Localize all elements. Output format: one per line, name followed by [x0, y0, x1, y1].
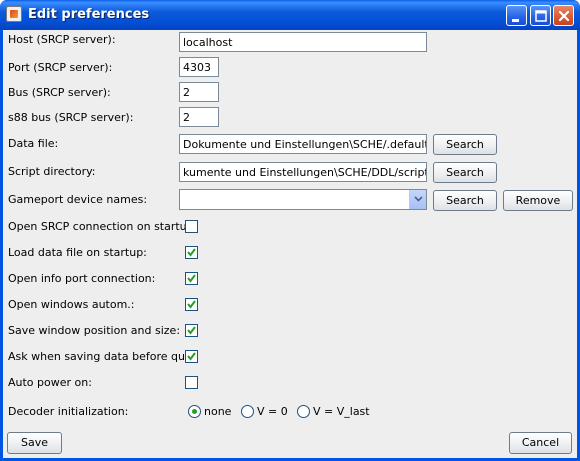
checkmark-icon — [187, 326, 196, 335]
decoder-init-label: Decoder initialization: — [8, 405, 129, 418]
cancel-button[interactable]: Cancel — [509, 432, 572, 454]
ask-saving-checkbox[interactable] — [185, 350, 198, 363]
script-directory-search-button[interactable]: Search — [433, 162, 497, 183]
ask-saving-label: Ask when saving data before quit: — [8, 350, 197, 363]
window-title: Edit preferences — [28, 7, 150, 22]
bus-label: Bus (SRCP server): — [8, 86, 111, 99]
open-info-checkbox[interactable] — [185, 272, 198, 285]
data-file-input[interactable]: Dokumente und Einstellungen\SCHE/.defaul… — [179, 134, 427, 154]
java-app-icon — [6, 6, 22, 22]
open-srcp-label: Open SRCP connection on startup: — [8, 220, 198, 233]
save-window-label: Save window position and size: — [8, 324, 181, 337]
decoder-zero-label: V = 0 — [257, 405, 288, 418]
s88-bus-label: s88 bus (SRCP server): — [8, 111, 134, 124]
s88-bus-input[interactable]: 2 — [179, 107, 219, 127]
decoder-last-label: V = V_last — [313, 405, 370, 418]
checkmark-icon — [187, 352, 196, 361]
save-button[interactable]: Save — [7, 432, 62, 454]
script-directory-label: Script directory: — [8, 165, 96, 178]
decoder-none-label: none — [204, 405, 232, 418]
preferences-window: Edit preferences Host (SRCP server): loc… — [0, 0, 580, 461]
decoder-none-radio[interactable] — [188, 405, 201, 418]
decoder-last-radio[interactable] — [297, 405, 310, 418]
close-button[interactable] — [553, 5, 574, 26]
port-label: Port (SRCP server): — [8, 61, 113, 74]
load-data-checkbox[interactable] — [185, 246, 198, 259]
script-directory-input[interactable]: kumente und Einstellungen\SCHE/DDL/scrip… — [179, 162, 427, 182]
title-bar[interactable]: Edit preferences — [0, 0, 580, 30]
load-data-label: Load data file on startup: — [8, 246, 147, 259]
checkmark-icon — [187, 248, 196, 257]
checkmark-icon — [187, 300, 196, 309]
open-windows-checkbox[interactable] — [185, 298, 198, 311]
checkmark-icon — [187, 274, 196, 283]
gameport-remove-button[interactable]: Remove — [503, 190, 573, 211]
data-file-search-button[interactable]: Search — [433, 134, 497, 155]
open-info-label: Open info port connection: — [8, 272, 156, 285]
dropdown-button[interactable] — [409, 190, 426, 209]
auto-power-checkbox[interactable] — [185, 376, 198, 389]
gameport-search-button[interactable]: Search — [433, 190, 497, 211]
bus-input[interactable]: 2 — [179, 82, 219, 102]
port-input[interactable]: 4303 — [179, 57, 219, 77]
host-input[interactable]: localhost — [179, 32, 427, 52]
chevron-down-icon — [414, 196, 423, 202]
open-windows-label: Open windows autom.: — [8, 298, 135, 311]
auto-power-label: Auto power on: — [8, 376, 92, 389]
close-icon — [558, 10, 570, 22]
maximize-icon — [535, 10, 547, 22]
data-file-label: Data file: — [8, 137, 59, 150]
decoder-zero-radio[interactable] — [241, 405, 254, 418]
minimize-button[interactable] — [506, 5, 527, 26]
gameport-combo[interactable] — [179, 189, 427, 210]
gameport-label: Gameport device names: — [8, 193, 148, 206]
save-window-checkbox[interactable] — [185, 324, 198, 337]
preferences-panel: Host (SRCP server): localhost Port (SRCP… — [3, 30, 577, 458]
host-label: Host (SRCP server): — [8, 33, 116, 46]
maximize-button[interactable] — [530, 5, 551, 26]
open-srcp-checkbox[interactable] — [185, 220, 198, 233]
minimize-icon — [512, 19, 519, 22]
